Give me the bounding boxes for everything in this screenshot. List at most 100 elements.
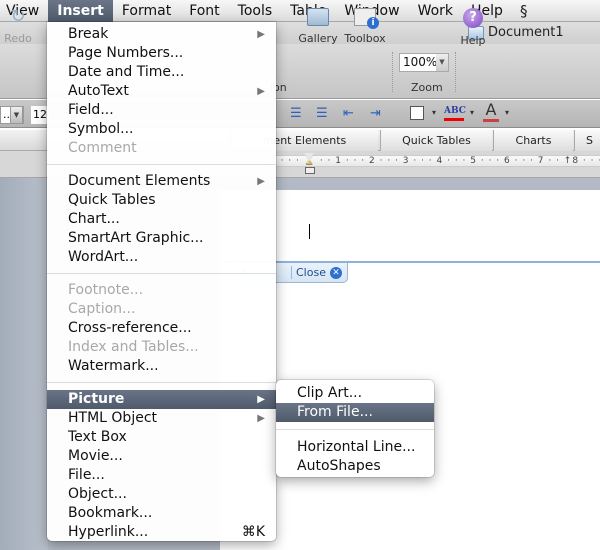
- chevron-down-icon[interactable]: ▼: [436, 54, 448, 71]
- menu-item-label: WordArt...: [68, 249, 139, 265]
- menu-item-label: SmartArt Graphic...: [68, 230, 204, 246]
- highlight-dropdown[interactable]: ▾: [470, 106, 474, 120]
- menu-item-text-box[interactable]: Text Box: [47, 428, 276, 447]
- menu-item-label: Field...: [68, 102, 114, 118]
- menu-item-watermark[interactable]: Watermark...: [47, 357, 276, 376]
- close-header-button[interactable]: Close ✕: [296, 263, 342, 282]
- menu-item-label: Watermark...: [68, 358, 159, 374]
- menu-item-comment[interactable]: Comment: [47, 139, 276, 158]
- menu-item-label: Text Box: [68, 429, 127, 445]
- document-title-text: Document1: [488, 25, 564, 40]
- borders-dropdown[interactable]: ▾: [432, 106, 436, 120]
- font-color-dropdown[interactable]: ▾: [505, 106, 509, 120]
- bullet-list-icon[interactable]: ☰: [316, 105, 328, 123]
- redo-button[interactable]: ↻ Redo: [2, 6, 34, 46]
- submenu-arrow-icon: ▶: [257, 86, 265, 97]
- menu-item-label: Page Numbers...: [68, 45, 184, 61]
- menu-font[interactable]: Font: [180, 0, 228, 22]
- menu-item-label: File...: [68, 467, 105, 483]
- menu-format[interactable]: Format: [113, 0, 180, 22]
- document-page[interactable]: [220, 190, 600, 550]
- menu-item-label: Bookmark...: [68, 505, 153, 521]
- menu-item-label: Caption...: [68, 301, 136, 317]
- insert-menu: Break ▶ Page Numbers... Date and Time... Aut…: [47, 22, 276, 541]
- submenu-item-autoshapes[interactable]: AutoShapes: [276, 457, 434, 476]
- submenu-item-horizontal-line[interactable]: Horizontal Line...: [276, 438, 434, 457]
- gallery-button[interactable]: Gallery: [297, 8, 339, 45]
- menu-item-bookmark[interactable]: Bookmark...: [47, 504, 276, 523]
- zoom-value: 100%: [403, 55, 438, 69]
- menu-item-movie[interactable]: Movie...: [47, 447, 276, 466]
- decrease-indent-icon[interactable]: ⇤: [343, 105, 354, 123]
- menu-item-label: Document Elements: [68, 173, 211, 189]
- submenu-arrow-icon: ▶: [257, 394, 265, 405]
- menu-item-smartart-graphic[interactable]: SmartArt Graphic...: [47, 229, 276, 248]
- menu-item-label: Cross-reference...: [68, 320, 192, 336]
- keyboard-shortcut: ⌘K: [241, 524, 265, 540]
- menu-item-break[interactable]: Break ▶: [47, 25, 276, 44]
- toolbox-icon: [354, 8, 379, 29]
- tab-smartart[interactable]: S: [574, 130, 600, 151]
- redo-icon: ↻: [10, 6, 26, 27]
- menu-item-field[interactable]: Field...: [47, 101, 276, 120]
- menu-item-label: Comment: [68, 140, 137, 156]
- indent-marker[interactable]: [304, 153, 315, 174]
- menu-item-picture[interactable]: Picture ▶: [47, 390, 276, 409]
- menu-item-label: Quick Tables: [68, 192, 156, 208]
- menu-item-label: Break: [68, 26, 109, 42]
- menu-item-date-and-time[interactable]: Date and Time...: [47, 63, 276, 82]
- toolbox-label: Toolbox: [344, 32, 386, 45]
- help-icon: ?: [463, 8, 483, 28]
- borders-icon[interactable]: [410, 106, 424, 120]
- tab-charts[interactable]: Charts: [493, 130, 573, 151]
- submenu-item-clip-art[interactable]: Clip Art...: [276, 384, 434, 403]
- menu-item-object[interactable]: Object...: [47, 485, 276, 504]
- submenu-arrow-icon: ▶: [257, 176, 265, 187]
- menu-item-label: Date and Time...: [68, 64, 185, 80]
- numbered-list-icon[interactable]: ☰: [290, 105, 302, 123]
- script-menu-icon[interactable]: §: [512, 0, 536, 22]
- picture-submenu: Clip Art... From File... Horizontal Line..…: [276, 380, 434, 477]
- text-caret: [309, 224, 310, 239]
- submenu-arrow-icon: ▶: [257, 413, 265, 424]
- menu-item-document-elements[interactable]: Document Elements ▶: [47, 172, 276, 191]
- menu-item-quick-tables[interactable]: Quick Tables: [47, 191, 276, 210]
- menu-tools[interactable]: Tools: [229, 0, 282, 22]
- submenu-item-from-file[interactable]: From File...: [276, 403, 434, 422]
- menu-work[interactable]: Work: [409, 0, 462, 22]
- menu-item-label: HTML Object: [68, 410, 158, 426]
- tab-divider: [291, 266, 292, 279]
- gallery-icon: [307, 8, 329, 26]
- menu-item-label: Chart...: [68, 211, 120, 227]
- highlight-icon[interactable]: ABC: [444, 104, 466, 121]
- menu-item-hyperlink[interactable]: Hyperlink... ⌘K: [47, 523, 276, 542]
- menu-item-index-and-tables[interactable]: Index and Tables...: [47, 338, 276, 357]
- menu-item-caption[interactable]: Caption...: [47, 300, 276, 319]
- zoom-select[interactable]: 100% ▼: [399, 53, 449, 72]
- submenu-arrow-icon: ▶: [257, 29, 265, 40]
- menu-item-label: Object...: [68, 486, 127, 502]
- menu-separator: [47, 273, 276, 274]
- menu-item-page-numbers[interactable]: Page Numbers...: [47, 44, 276, 63]
- ruler[interactable]: 1 · · · ⌛ · · 1 · · · 2 · · · 3 · · · 4 …: [270, 155, 600, 167]
- menu-item-label: Index and Tables...: [68, 339, 199, 355]
- menu-insert[interactable]: Insert: [48, 0, 113, 22]
- zoom-label: Zoom: [411, 81, 443, 94]
- font-color-icon[interactable]: A: [483, 101, 499, 122]
- toolbox-button[interactable]: Toolbox: [342, 8, 388, 45]
- font-name-dropdown[interactable]: ▼: [10, 106, 23, 124]
- menu-item-footnote[interactable]: Footnote...: [47, 281, 276, 300]
- menu-item-autotext[interactable]: AutoText ▶: [47, 82, 276, 101]
- menu-item-symbol[interactable]: Symbol...: [47, 120, 276, 139]
- tab-quick-tables[interactable]: Quick Tables: [380, 130, 492, 151]
- document-margin: [0, 178, 48, 550]
- menu-item-wordart[interactable]: WordArt...: [47, 248, 276, 267]
- menu-item-label: Hyperlink...: [68, 524, 149, 540]
- menu-item-label: Movie...: [68, 448, 123, 464]
- increase-indent-icon[interactable]: ⇥: [370, 105, 381, 123]
- menu-item-chart[interactable]: Chart...: [47, 210, 276, 229]
- menu-item-cross-reference[interactable]: Cross-reference...: [47, 319, 276, 338]
- menu-item-html-object[interactable]: HTML Object ▶: [47, 409, 276, 428]
- help-button[interactable]: ? Help: [458, 8, 488, 47]
- menu-item-file[interactable]: File...: [47, 466, 276, 485]
